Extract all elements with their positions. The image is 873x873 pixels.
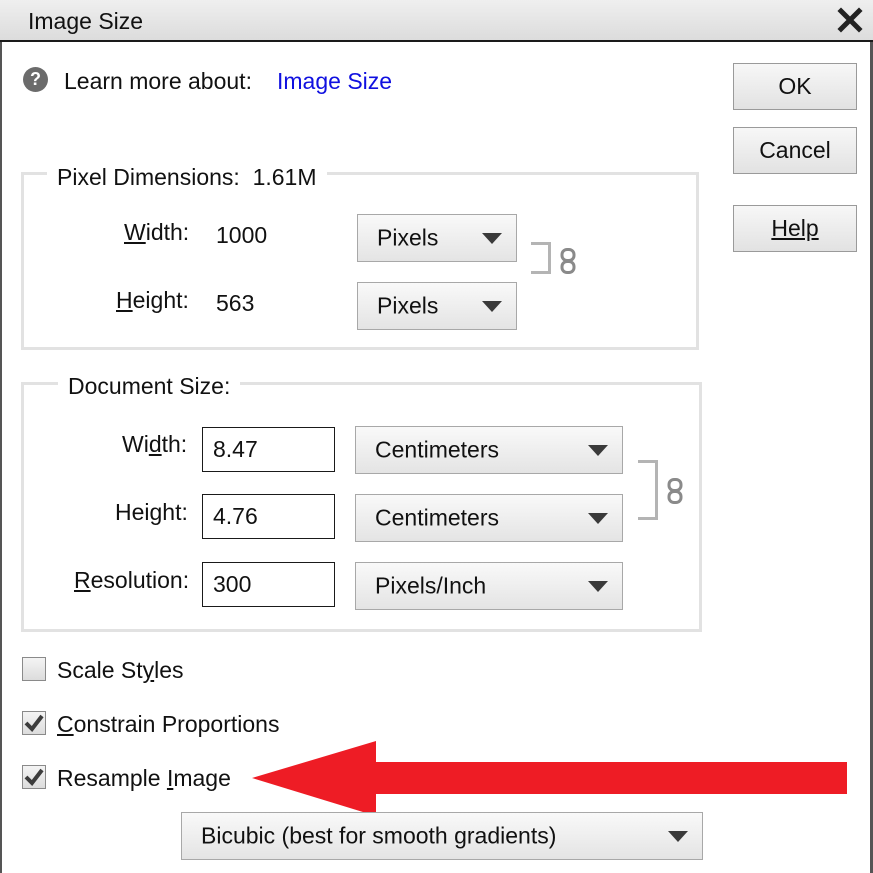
- constrain-proportions-label: Constrain Proportions: [57, 711, 280, 737]
- chevron-down-icon: [588, 513, 608, 524]
- link-chain-icon: [560, 248, 576, 280]
- scale-styles-checkbox[interactable]: [22, 657, 46, 681]
- chevron-down-icon: [482, 301, 502, 312]
- resolution-unit-select[interactable]: Pixels/Inch: [355, 562, 623, 610]
- chevron-down-icon: [588, 445, 608, 456]
- annotation-arrow: [252, 741, 847, 816]
- chain-icon: [667, 478, 683, 504]
- chevron-down-icon: [482, 233, 502, 244]
- chain-icon: [560, 248, 576, 274]
- cancel-button[interactable]: Cancel: [733, 127, 857, 174]
- resolution-unit-text: Pixels/Inch: [375, 572, 487, 599]
- doc-width-unit-select[interactable]: Centimeters: [355, 426, 623, 474]
- close-button[interactable]: [833, 3, 867, 37]
- window-border-left: [0, 42, 2, 873]
- ok-button[interactable]: OK: [733, 63, 857, 110]
- question-circle-icon[interactable]: ?: [23, 67, 48, 92]
- resolution-label: Resolution:: [74, 567, 190, 593]
- doc-height-unit-text: Centimeters: [375, 504, 499, 531]
- doc-width-label: Width:: [122, 431, 188, 457]
- constrain-proportions-checkbox[interactable]: [22, 711, 46, 735]
- image-size-help-link[interactable]: Image Size: [277, 68, 392, 95]
- window-title: Image Size: [28, 8, 144, 34]
- doc-width-unit-text: Centimeters: [375, 436, 499, 463]
- document-size-legend: Document Size:: [58, 373, 241, 400]
- resolution-input[interactable]: 300: [202, 562, 335, 607]
- pixel-dimensions-title: Pixel Dimensions:: [57, 164, 240, 190]
- pixel-height-value: 563: [216, 290, 255, 316]
- resample-method-select[interactable]: Bicubic (best for smooth gradients): [181, 812, 703, 860]
- pixel-dimensions-size: 1.61M: [252, 164, 317, 190]
- pixel-height-unit-select[interactable]: Pixels: [357, 282, 517, 330]
- doc-height-unit-select[interactable]: Centimeters: [355, 494, 623, 542]
- learn-more-label: Learn more about:: [64, 68, 252, 94]
- close-icon: [837, 7, 863, 33]
- pixel-height-unit-text: Pixels: [377, 292, 439, 319]
- pixel-dimensions-legend: Pixel Dimensions: 1.61M: [47, 164, 327, 191]
- resample-image-label: Resample Image: [57, 765, 231, 791]
- pixel-link-bracket: [531, 242, 551, 274]
- scale-styles-label: Scale Styles: [57, 657, 184, 683]
- resample-image-checkbox[interactable]: [22, 765, 46, 789]
- checkmark-icon: [24, 768, 44, 787]
- doc-height-label: Height:: [115, 499, 188, 525]
- chevron-down-icon: [668, 831, 688, 842]
- chevron-down-icon: [588, 581, 608, 592]
- checkmark-icon: [24, 714, 44, 733]
- doc-height-input[interactable]: 4.76: [202, 494, 335, 539]
- help-button-label: Help: [771, 215, 818, 242]
- pixel-width-unit-select[interactable]: Pixels: [357, 214, 517, 262]
- link-chain-icon: [667, 478, 683, 510]
- doc-link-bracket: [638, 460, 658, 520]
- help-button[interactable]: Help: [733, 205, 857, 252]
- resample-method-text: Bicubic (best for smooth gradients): [201, 822, 557, 849]
- pixel-height-label: Height:: [116, 287, 189, 313]
- doc-width-input[interactable]: 8.47: [202, 427, 335, 472]
- pixel-width-unit-text: Pixels: [377, 224, 439, 251]
- help-mnemonic: Help: [771, 215, 819, 241]
- pixel-width-label: Width:: [124, 219, 190, 245]
- pixel-width-value: 1000: [216, 222, 268, 248]
